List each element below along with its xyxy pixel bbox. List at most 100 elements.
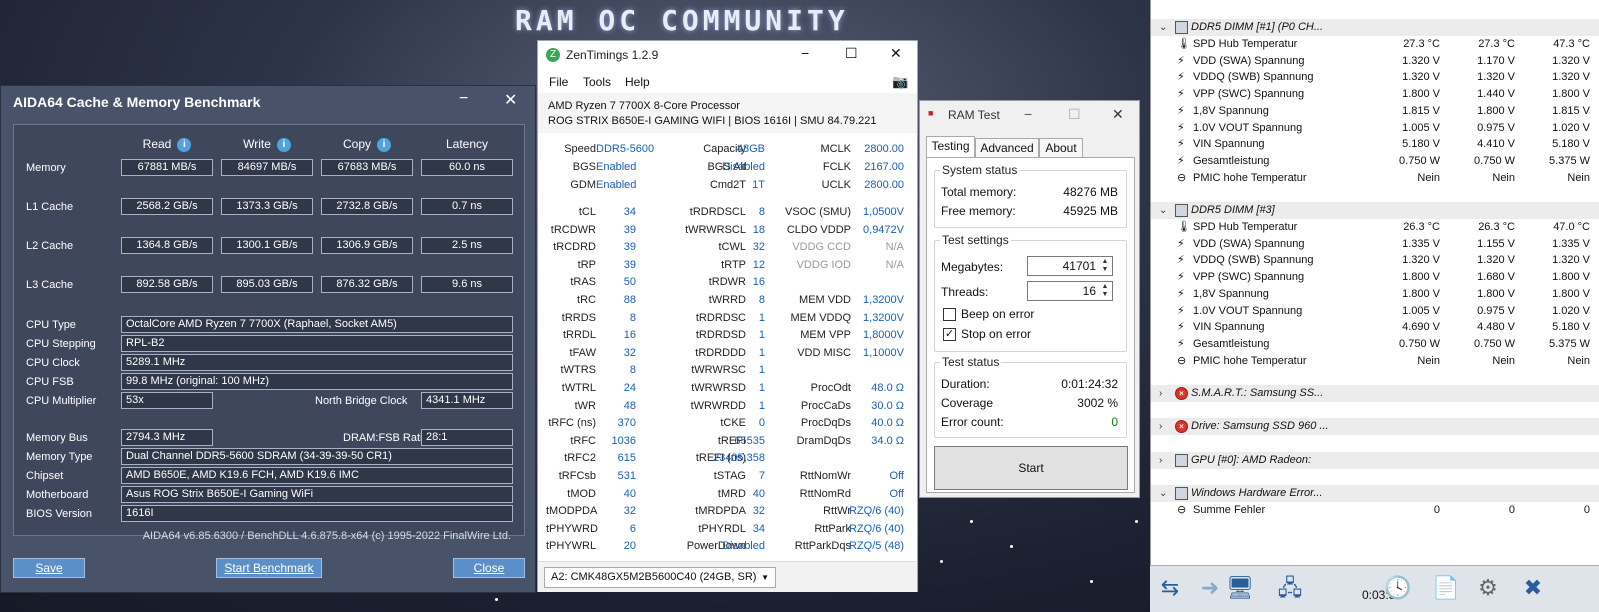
tab-advanced[interactable]: Advanced (975, 138, 1039, 158)
sensor-max: 1.800 V (1552, 271, 1590, 284)
beep-on-error-checkbox[interactable] (943, 308, 956, 321)
timing-value: 1T (752, 179, 765, 191)
sensor-row[interactable]: ⚡ VDD (SWA) Spannung 1.335 V 1.155 V 1.335 V (1151, 236, 1599, 253)
start-benchmark-button[interactable]: Start Benchmark (216, 558, 322, 578)
sensor-row[interactable]: ⚡ VDDQ (SWB) Spannung 1.320 V 1.320 V 1.320 … (1151, 69, 1599, 86)
sensor-group[interactable]: ⌄ DDR5 DIMM [#3] (1151, 202, 1599, 219)
minimize-icon[interactable]: − (1024, 106, 1032, 122)
timing-value: 7 (758, 470, 765, 482)
timing-value: 20 (623, 540, 636, 553)
sensor-row[interactable]: ⚡ VDDQ (SWB) Spannung 1.320 V 1.320 V 1.320 … (1151, 252, 1599, 269)
nav-arrows-icon[interactable]: ⇆ (1152, 570, 1188, 606)
timing-label: RttNomWr (799, 470, 851, 482)
spinner-icon[interactable]: ▲ ▼ (1099, 283, 1111, 299)
threads-input[interactable]: 16 ▲ ▼ (1027, 281, 1113, 301)
timing-value: 32 (752, 241, 765, 254)
module-select[interactable]: A2: CMK48GX5M2B5600C40 (24GB, SR) ▼ (544, 567, 776, 588)
start-button[interactable]: Start (934, 446, 1128, 490)
timing-label: VDD MISC (797, 346, 851, 359)
l2-latency: 2.5 ns (421, 237, 513, 254)
minimize-icon[interactable]: − (801, 45, 809, 61)
chevron-down-icon[interactable]: ⌄ (1159, 202, 1167, 219)
sensor-min: 4.480 V (1477, 321, 1515, 334)
sensor-group[interactable]: ⌄ DDR5 DIMM [#1] (P0 CH... (1151, 19, 1599, 36)
sensor-row[interactable]: ⚡ VDD (SWA) Spannung 1.320 V 1.170 V 1.320 V (1151, 53, 1599, 70)
ramtest-logo-icon: ■ (928, 108, 934, 118)
chevron-right-icon[interactable]: › (1159, 385, 1162, 402)
sensor-row[interactable]: ⚡ VIN Spannung 4.690 V 4.480 V 5.180 V (1151, 319, 1599, 336)
chevron-down-icon[interactable]: ⌄ (1159, 485, 1167, 502)
tab-about[interactable]: About (1039, 138, 1083, 158)
timing-label: Speed (564, 143, 596, 155)
info-icon[interactable]: i (177, 137, 192, 152)
sensor-group[interactable]: › × Drive: Samsung SSD 960 ... (1151, 418, 1599, 435)
timing-label: RttParkDqs (794, 540, 851, 553)
nb-clock-label: North Bridge Clock (315, 395, 408, 407)
sensor-row[interactable]: ⚡ 1.0V VOUT Spannung 1.005 V 0.975 V 1.020 V (1151, 120, 1599, 137)
info-icon[interactable]: i (377, 137, 391, 152)
chevron-down-icon: ▼ (761, 573, 769, 582)
timing-value: 32 (752, 505, 765, 518)
sensor-row[interactable]: ⚡ VPP (SWC) Spannung 1.800 V 1.440 V 1.800 V (1151, 86, 1599, 103)
timing-label: tMOD (567, 487, 596, 500)
sensor-row[interactable]: 🌡 SPD Hub Temperatur 27.3 °C 27.3 °C 47.3 °C (1151, 36, 1599, 53)
sensor-row[interactable]: ⊖ PMIC hohe Temperatur Nein Nein Nein (1151, 353, 1599, 370)
sensor-row[interactable]: ⚡ 1.0V VOUT Spannung 1.005 V 0.975 V 1.020 V (1151, 303, 1599, 320)
close-icon[interactable]: ✖ (1515, 570, 1551, 606)
close-icon[interactable]: ✕ (504, 90, 517, 110)
tab-testing[interactable]: Testing (926, 136, 975, 158)
sensor-current: 1.800 V (1402, 271, 1440, 284)
monitor-icon[interactable]: 🖥 (1222, 570, 1258, 606)
maximize-icon[interactable]: ☐ (845, 45, 858, 62)
sensor-current: 1.005 V (1402, 121, 1440, 134)
info-icon[interactable]: i (276, 137, 291, 152)
close-button[interactable]: Close (453, 558, 525, 578)
sensor-row[interactable]: ⊖ Summe Fehler 0 0 0 (1151, 502, 1599, 519)
minimize-icon[interactable]: − (459, 90, 468, 108)
sensor-row[interactable]: ⚡ 1,8V Spannung 1.815 V 1.800 V 1.815 V (1151, 103, 1599, 120)
sensor-group[interactable]: ⌄ Windows Hardware Error... (1151, 485, 1599, 502)
report-icon[interactable]: 📄 (1428, 570, 1464, 606)
camera-icon[interactable]: 📷 (892, 74, 908, 90)
timing-label: tWR (574, 399, 596, 412)
close-icon[interactable]: ✕ (890, 45, 902, 62)
clock-icon[interactable]: 🕓 (1380, 570, 1416, 606)
chevron-down-icon[interactable]: ⌄ (1159, 19, 1167, 36)
sensor-label: Gesamtleistung (1193, 154, 1270, 167)
sensor-row[interactable]: ⚡ 1,8V Spannung 1.800 V 1.800 V 1.800 V (1151, 286, 1599, 303)
motherboard-label: Motherboard (26, 489, 89, 501)
sensor-row[interactable]: 🌡 SPD Hub Temperatur 26.3 °C 26.3 °C 47.0 °C (1151, 219, 1599, 236)
sensor-row[interactable]: ⚡ Gesamtleistung 0.750 W 0.750 W 5.375 W (1151, 336, 1599, 353)
timing-value: 48 (623, 399, 636, 412)
hwinfo-sensor-panel: ⌄ DDR5 DIMM [#1] (P0 CH... 🌡 SPD Hub Temper… (1150, 0, 1599, 565)
chevron-right-icon[interactable]: › (1159, 418, 1162, 435)
sensor-group[interactable]: › GPU [#0]: AMD Radeon: (1151, 452, 1599, 469)
timing-value: 40 (752, 487, 765, 500)
maximize-icon[interactable]: ☐ (1068, 106, 1081, 123)
chevron-right-icon[interactable]: › (1159, 452, 1162, 469)
cpu-type-label: CPU Type (26, 319, 76, 331)
l3-write: 895.03 GB/s (221, 276, 313, 293)
sensor-row[interactable]: ⚡ VIN Spannung 5.180 V 4.410 V 5.180 V (1151, 136, 1599, 153)
sensor-current: 1.005 V (1402, 304, 1440, 317)
close-icon[interactable]: ✕ (1112, 106, 1124, 123)
timing-label: VDDG IOD (796, 258, 851, 271)
save-button[interactable]: Save (13, 558, 85, 578)
spinner-icon[interactable]: ▲ ▼ (1099, 258, 1111, 274)
timing-label: tRRDL (562, 329, 596, 342)
megabytes-input[interactable]: 41701 ▲ ▼ (1027, 256, 1113, 276)
menu-file[interactable]: File (549, 75, 568, 89)
sensor-group[interactable]: › × S.M.A.R.T.: Samsung SS... (1151, 385, 1599, 402)
sensor-row[interactable]: ⊖ PMIC hohe Temperatur Nein Nein Nein (1151, 170, 1599, 187)
sensor-max: Nein (1567, 171, 1590, 184)
menu-help[interactable]: Help (625, 75, 650, 89)
menu-tools[interactable]: Tools (583, 75, 611, 89)
sensor-row[interactable]: ⚡ VPP (SWC) Spannung 1.800 V 1.680 V 1.800 V (1151, 269, 1599, 286)
stop-on-error-checkbox[interactable]: ✓ (943, 328, 956, 341)
settings-icon[interactable]: ⚙ (1470, 570, 1506, 606)
sensor-icon: ⚡ (1177, 271, 1185, 284)
timing-value: 39 (623, 223, 636, 236)
sensor-row[interactable]: ⚡ Gesamtleistung 0.750 W 0.750 W 5.375 W (1151, 153, 1599, 170)
timing-value: 23405,358 (713, 452, 765, 465)
network-icon[interactable]: 🖧 (1272, 570, 1308, 606)
